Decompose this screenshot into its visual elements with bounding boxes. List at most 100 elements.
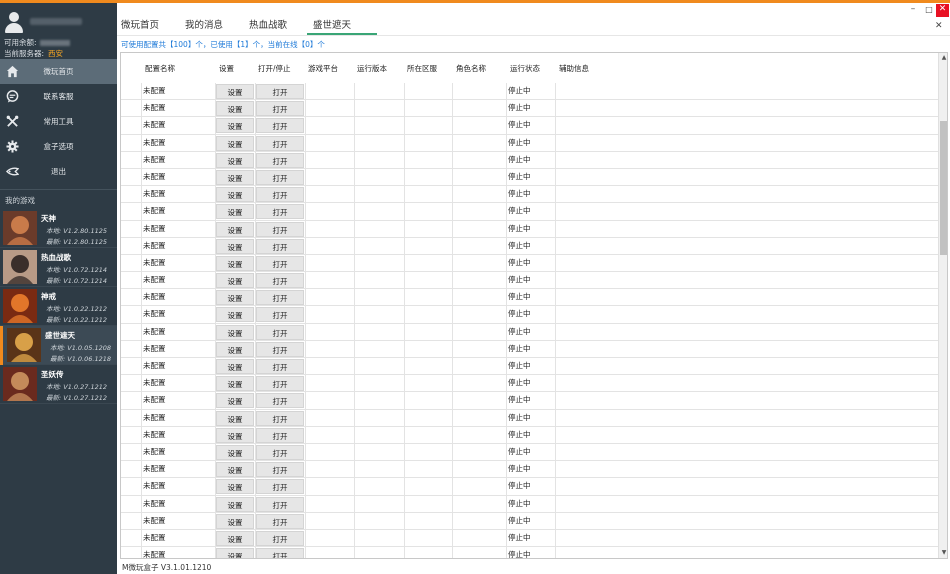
menu-item-options[interactable]: 盒子选项 <box>0 134 117 159</box>
open-button[interactable]: 打开 <box>256 152 304 168</box>
tab-rexue-zhange[interactable]: 热血战歌 <box>249 17 287 31</box>
tab-shengshi-zhetian[interactable]: 盛世遮天 <box>313 17 351 31</box>
close-window-button[interactable]: ✕ <box>936 4 949 17</box>
table-row[interactable]: 未配置 设置 打开 停止中 <box>121 529 939 548</box>
table-row[interactable]: 未配置 设置 打开 停止中 <box>121 495 939 513</box>
table-row[interactable]: 未配置 设置 打开 停止中 <box>121 220 939 238</box>
scrollbar-thumb[interactable] <box>940 121 947 255</box>
tab-messages[interactable]: 我的消息 <box>185 17 223 31</box>
open-button[interactable]: 打开 <box>256 359 304 374</box>
table-row[interactable]: 未配置 设置 打开 停止中 <box>121 186 939 204</box>
setting-button[interactable]: 设置 <box>216 221 254 237</box>
setting-button[interactable]: 设置 <box>216 548 254 558</box>
open-button[interactable]: 打开 <box>256 118 304 134</box>
setting-button[interactable]: 设置 <box>216 118 254 134</box>
game-item[interactable]: 圣妖传 本地: V1.0.27.1212 最新: V1.0.27.1212 <box>0 365 117 404</box>
table-row[interactable]: 未配置 设置 打开 停止中 <box>121 340 939 358</box>
table-row[interactable]: 未配置 设置 打开 停止中 <box>121 547 939 558</box>
open-button[interactable]: 打开 <box>256 427 304 443</box>
open-button[interactable]: 打开 <box>256 530 304 546</box>
menu-item-exit[interactable]: 退出 <box>0 159 117 184</box>
tab-home[interactable]: 微玩首页 <box>121 17 159 31</box>
open-button[interactable]: 打开 <box>256 221 304 237</box>
table-row[interactable]: 未配置 设置 打开 停止中 <box>121 151 939 169</box>
setting-button[interactable]: 设置 <box>216 530 254 546</box>
game-item[interactable]: 天神 本地: V1.2.80.1125 最新: V1.2.80.1125 <box>0 209 117 248</box>
table-row[interactable]: 未配置 设置 打开 停止中 <box>121 512 939 530</box>
setting-button[interactable]: 设置 <box>216 290 254 306</box>
open-button[interactable]: 打开 <box>256 410 304 426</box>
table-row[interactable]: 未配置 设置 打开 停止中 <box>121 100 939 118</box>
setting-button[interactable]: 设置 <box>216 496 254 512</box>
setting-button[interactable]: 设置 <box>216 204 254 220</box>
setting-button[interactable]: 设置 <box>216 359 254 374</box>
open-button[interactable]: 打开 <box>256 238 304 254</box>
table-row[interactable]: 未配置 设置 打开 停止中 <box>121 254 939 273</box>
setting-button[interactable]: 设置 <box>216 410 254 426</box>
menu-item-support[interactable]: 联系客服 <box>0 84 117 109</box>
setting-button[interactable]: 设置 <box>216 255 254 271</box>
open-button[interactable]: 打开 <box>256 135 304 151</box>
table-row[interactable]: 未配置 设置 打开 停止中 <box>121 117 939 135</box>
setting-button[interactable]: 设置 <box>216 101 254 117</box>
open-button[interactable]: 打开 <box>256 376 304 392</box>
open-button[interactable]: 打开 <box>256 324 304 340</box>
open-button[interactable]: 打开 <box>256 187 304 203</box>
open-button[interactable]: 打开 <box>256 290 304 306</box>
setting-button[interactable]: 设置 <box>216 273 254 289</box>
open-button[interactable]: 打开 <box>256 273 304 289</box>
setting-button[interactable]: 设置 <box>216 84 254 99</box>
scroll-down-arrow-icon[interactable]: ▼ <box>939 548 947 558</box>
close-tab-button[interactable]: ✕ <box>935 21 943 31</box>
game-item[interactable]: 神戒 本地: V1.0.22.1212 最新: V1.0.22.1212 <box>0 287 117 326</box>
scroll-up-arrow-icon[interactable]: ▲ <box>939 53 947 63</box>
table-row[interactable]: 未配置 设置 打开 停止中 <box>121 426 939 444</box>
setting-button[interactable]: 设置 <box>216 187 254 203</box>
table-row[interactable]: 未配置 设置 打开 停止中 <box>121 134 939 152</box>
table-row[interactable]: 未配置 设置 打开 停止中 <box>121 289 939 307</box>
open-button[interactable]: 打开 <box>256 548 304 558</box>
user-avatar-icon[interactable] <box>4 12 24 34</box>
table-row[interactable]: 未配置 设置 打开 停止中 <box>121 272 939 290</box>
open-button[interactable]: 打开 <box>256 255 304 271</box>
open-button[interactable]: 打开 <box>256 307 304 323</box>
setting-button[interactable]: 设置 <box>216 393 254 409</box>
menu-item-tools[interactable]: 常用工具 <box>0 109 117 134</box>
setting-button[interactable]: 设置 <box>216 135 254 151</box>
table-row[interactable]: 未配置 设置 打开 停止中 <box>121 443 939 462</box>
menu-item-home[interactable]: 微玩首页 <box>0 59 117 84</box>
setting-button[interactable]: 设置 <box>216 324 254 340</box>
open-button[interactable]: 打开 <box>256 169 304 185</box>
table-row[interactable]: 未配置 设置 打开 停止中 <box>121 478 939 496</box>
table-row[interactable]: 未配置 设置 打开 停止中 <box>121 409 939 427</box>
open-button[interactable]: 打开 <box>256 84 304 99</box>
maximize-button[interactable]: □ <box>923 4 935 16</box>
open-button[interactable]: 打开 <box>256 341 304 357</box>
minimize-button[interactable]: – <box>907 4 919 16</box>
open-button[interactable]: 打开 <box>256 101 304 117</box>
setting-button[interactable]: 设置 <box>216 427 254 443</box>
vertical-scrollbar[interactable]: ▲ ▼ <box>938 53 947 558</box>
table-row[interactable]: 未配置 设置 打开 停止中 <box>121 375 939 393</box>
setting-button[interactable]: 设置 <box>216 307 254 323</box>
setting-button[interactable]: 设置 <box>216 462 254 478</box>
setting-button[interactable]: 设置 <box>216 479 254 495</box>
open-button[interactable]: 打开 <box>256 393 304 409</box>
setting-button[interactable]: 设置 <box>216 238 254 254</box>
table-row[interactable]: 未配置 设置 打开 停止中 <box>121 203 939 221</box>
setting-button[interactable]: 设置 <box>216 341 254 357</box>
setting-button[interactable]: 设置 <box>216 376 254 392</box>
open-button[interactable]: 打开 <box>256 204 304 220</box>
open-button[interactable]: 打开 <box>256 479 304 495</box>
setting-button[interactable]: 设置 <box>216 444 254 460</box>
open-button[interactable]: 打开 <box>256 513 304 529</box>
setting-button[interactable]: 设置 <box>216 152 254 168</box>
setting-button[interactable]: 设置 <box>216 513 254 529</box>
setting-button[interactable]: 设置 <box>216 169 254 185</box>
open-button[interactable]: 打开 <box>256 444 304 460</box>
game-item[interactable]: 盛世遮天 本地: V1.0.05.1208 最新: V1.0.06.1218 <box>0 326 117 365</box>
table-row[interactable]: 未配置 设置 打开 停止中 <box>121 392 939 410</box>
table-row[interactable]: 未配置 设置 打开 停止中 <box>121 168 939 187</box>
table-row[interactable]: 未配置 设置 打开 停止中 <box>121 83 939 101</box>
table-row[interactable]: 未配置 设置 打开 停止中 <box>121 461 939 479</box>
